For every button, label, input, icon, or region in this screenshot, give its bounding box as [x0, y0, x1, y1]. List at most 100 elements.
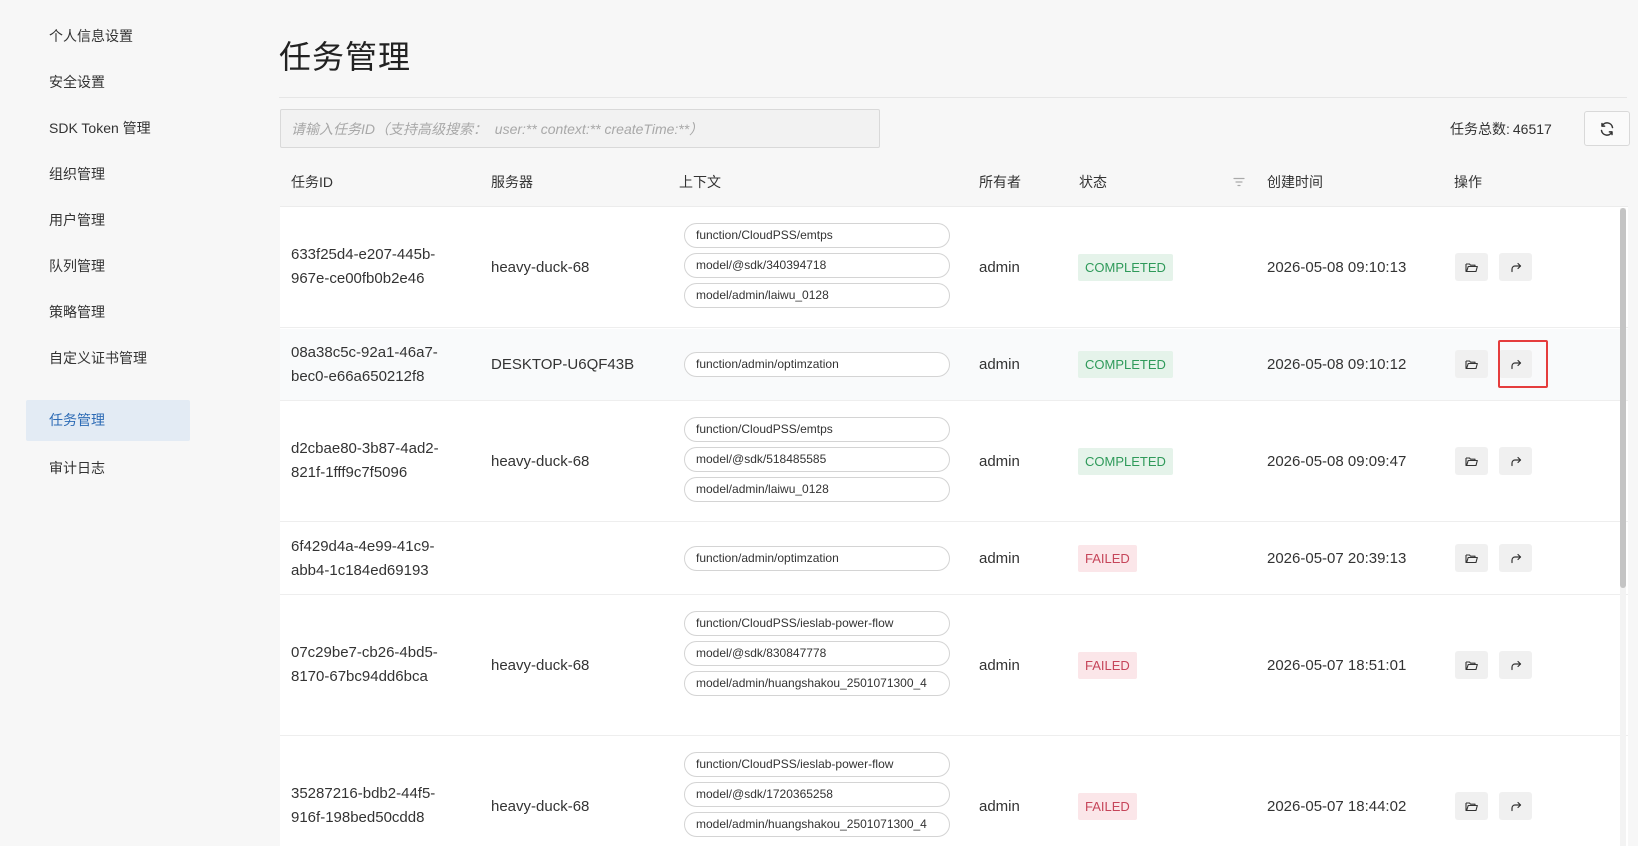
created-time: 2026-05-07 20:39:13: [1267, 550, 1407, 567]
created-time: 2026-05-08 09:09:47: [1267, 453, 1407, 470]
folder-open-icon: [1465, 262, 1478, 272]
share-forward-icon: [1510, 660, 1521, 670]
table-row: 07c29be7-cb26-4bd5- 8170-67bc94dd6bca hea…: [280, 596, 1628, 736]
folder-open-icon: [1465, 801, 1478, 811]
context-list: function/CloudPSS/ieslab-power-flow mode…: [684, 752, 950, 842]
status-badge: COMPLETED: [1078, 448, 1173, 475]
refresh-icon: [1600, 121, 1614, 136]
folder-open-icon: [1465, 553, 1478, 563]
column-server: 服务器: [491, 174, 533, 190]
forward-button[interactable]: [1499, 544, 1532, 572]
share-forward-icon: [1510, 553, 1521, 563]
server-name: DESKTOP-U6QF43B: [491, 356, 635, 373]
forward-button[interactable]: [1499, 651, 1532, 679]
context-list: function/admin/optimzation: [684, 546, 950, 576]
context-tag[interactable]: model/admin/huangshakou_2501071300_4: [684, 812, 950, 837]
table-header: 任务ID 服务器 上下文 所有者 状态 创建时间 操作: [280, 158, 1628, 207]
owner: admin: [979, 259, 1020, 276]
folder-open-icon: [1465, 660, 1478, 670]
search-field[interactable]: [280, 109, 880, 148]
context-list: function/CloudPSS/emtps model/@sdk/34039…: [684, 223, 950, 313]
open-button[interactable]: [1455, 253, 1488, 281]
forward-button[interactable]: [1499, 253, 1532, 281]
task-id: 633f25d4-e207-445b- 967e-ce00fb0b2e46: [291, 246, 436, 287]
created-time: 2026-05-07 18:44:02: [1267, 798, 1407, 815]
context-tag[interactable]: function/admin/optimzation: [684, 352, 950, 377]
context-tag[interactable]: function/CloudPSS/ieslab-power-flow: [684, 611, 950, 636]
sidebar-item-organization[interactable]: 组织管理: [26, 154, 190, 195]
owner: admin: [979, 657, 1020, 674]
column-actions: 操作: [1454, 174, 1482, 190]
server-name: heavy-duck-68: [491, 657, 590, 674]
task-total: 任务总数: 46517: [1450, 119, 1552, 139]
task-id: 07c29be7-cb26-4bd5- 8170-67bc94dd6bca: [291, 644, 438, 685]
table-row: 08a38c5c-92a1-46a7- bec0-e66a650212f8 DES…: [280, 329, 1628, 401]
owner: admin: [979, 550, 1020, 567]
table-scrollbar[interactable]: [1620, 208, 1626, 846]
open-button[interactable]: [1455, 544, 1488, 572]
status-badge: FAILED: [1078, 652, 1137, 679]
sidebar-item-profile[interactable]: 个人信息设置: [26, 16, 190, 57]
context-tag[interactable]: model/@sdk/830847778: [684, 641, 950, 666]
context-tag[interactable]: function/admin/optimzation: [684, 546, 950, 571]
refresh-button[interactable]: [1584, 111, 1630, 146]
search-input[interactable]: [281, 110, 879, 147]
open-button[interactable]: [1455, 447, 1488, 475]
context-list: function/admin/optimzation: [684, 352, 950, 382]
forward-button[interactable]: [1499, 792, 1532, 820]
open-button[interactable]: [1455, 792, 1488, 820]
owner: admin: [979, 798, 1020, 815]
created-time: 2026-05-08 09:10:12: [1267, 356, 1407, 373]
context-tag[interactable]: model/admin/huangshakou_2501071300_4: [684, 671, 950, 696]
open-button[interactable]: [1455, 350, 1488, 378]
page-title: 任务管理: [279, 39, 412, 75]
server-name: heavy-duck-68: [491, 798, 590, 815]
status-badge: COMPLETED: [1078, 351, 1173, 378]
context-tag[interactable]: function/CloudPSS/emtps: [684, 417, 950, 442]
owner: admin: [979, 453, 1020, 470]
context-tag[interactable]: model/@sdk/340394718: [684, 253, 950, 278]
context-list: function/CloudPSS/ieslab-power-flow mode…: [684, 611, 950, 701]
column-owner: 所有者: [979, 174, 1021, 190]
sidebar-item-tasks[interactable]: 任务管理: [26, 400, 190, 441]
forward-button[interactable]: [1499, 447, 1532, 475]
sidebar-item-certificates[interactable]: 自定义证书管理: [26, 338, 190, 379]
sidebar-item-sdk-token[interactable]: SDK Token 管理: [26, 108, 190, 149]
table-row: 633f25d4-e207-445b- 967e-ce00fb0b2e46 hea…: [280, 208, 1628, 328]
share-forward-icon: [1510, 456, 1521, 466]
owner: admin: [979, 356, 1020, 373]
share-forward-icon: [1510, 801, 1521, 811]
table-row: 6f429d4a-4e99-41c9- abb4-1c184ed69193 fun…: [280, 523, 1628, 595]
table-row: d2cbae80-3b87-4ad2- 821f-1fff9c7f5096 hea…: [280, 402, 1628, 522]
context-tag[interactable]: model/admin/laiwu_0128: [684, 477, 950, 502]
sidebar-item-security[interactable]: 安全设置: [26, 62, 190, 103]
open-button[interactable]: [1455, 651, 1488, 679]
filter-icon[interactable]: [1233, 176, 1245, 188]
task-total-value: 46517: [1512, 121, 1552, 137]
column-status: 状态: [1079, 174, 1107, 190]
scrollbar-thumb[interactable]: [1620, 208, 1626, 588]
divider: [279, 97, 1627, 98]
status-badge: FAILED: [1078, 793, 1137, 820]
folder-open-icon: [1465, 359, 1478, 369]
column-task-id: 任务ID: [291, 174, 333, 190]
context-tag[interactable]: function/CloudPSS/ieslab-power-flow: [684, 752, 950, 777]
context-tag[interactable]: model/@sdk/1720365258: [684, 782, 950, 807]
task-id: d2cbae80-3b87-4ad2- 821f-1fff9c7f5096: [291, 440, 439, 481]
task-id: 6f429d4a-4e99-41c9- abb4-1c184ed69193: [291, 538, 435, 579]
task-id: 08a38c5c-92a1-46a7- bec0-e66a650212f8: [291, 344, 438, 385]
context-tag[interactable]: model/@sdk/518485585: [684, 447, 950, 472]
status-badge: FAILED: [1078, 545, 1137, 572]
column-context: 上下文: [679, 174, 721, 190]
sidebar-item-queues[interactable]: 队列管理: [26, 246, 190, 287]
created-time: 2026-05-07 18:51:01: [1267, 657, 1407, 674]
sidebar-item-audit-log[interactable]: 审计日志: [26, 448, 190, 489]
context-tag[interactable]: function/CloudPSS/emtps: [684, 223, 950, 248]
sidebar-item-users[interactable]: 用户管理: [26, 200, 190, 241]
task-total-label: 任务总数:: [1450, 121, 1510, 137]
created-time: 2026-05-08 09:10:13: [1267, 259, 1407, 276]
share-forward-icon: [1510, 262, 1521, 272]
context-tag[interactable]: model/admin/laiwu_0128: [684, 283, 950, 308]
sidebar-item-policies[interactable]: 策略管理: [26, 292, 190, 333]
table-row: 35287216-bdb2-44f5- 916f-198bed50cdd8 hea…: [280, 737, 1628, 846]
